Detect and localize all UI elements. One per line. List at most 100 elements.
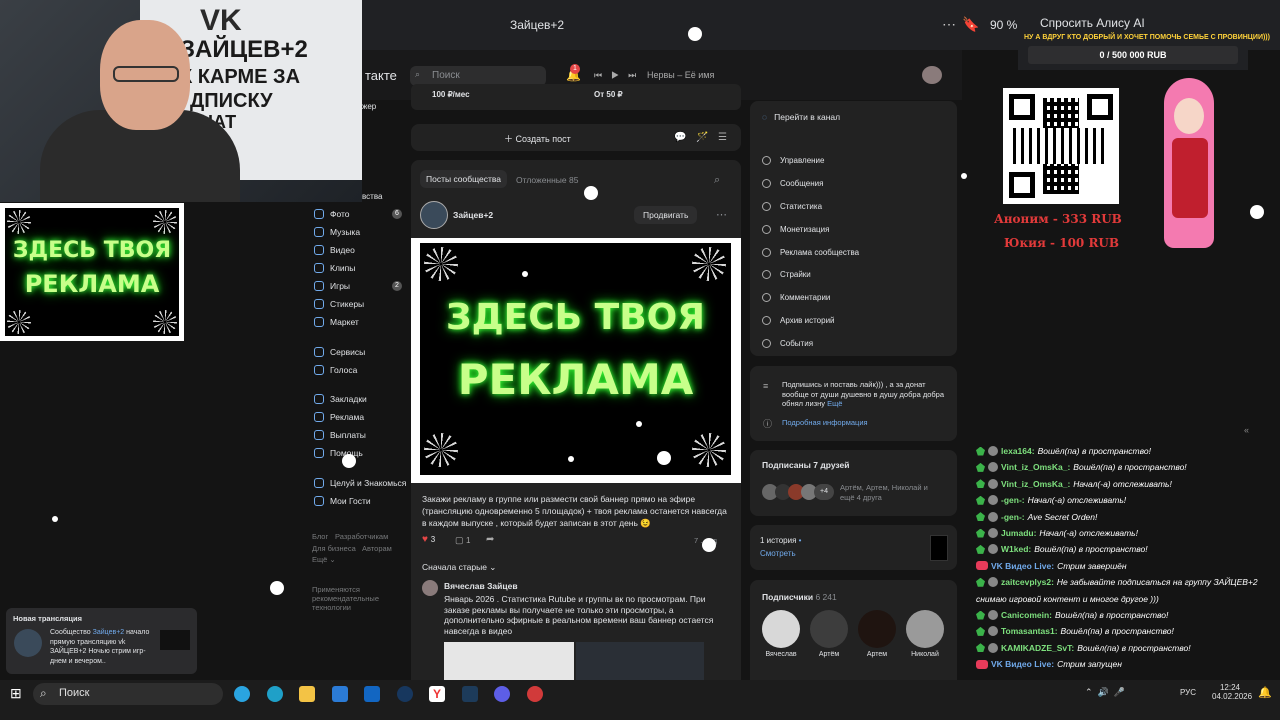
subscriber-name[interactable]: Вячеслав xyxy=(759,651,803,658)
author-avatar[interactable] xyxy=(420,201,448,229)
post-image[interactable]: ЗДЕСЬ ТВОЯ РЕКЛАМА xyxy=(420,243,731,475)
chat-user[interactable]: lexa164: xyxy=(1001,446,1035,456)
sort-dropdown[interactable]: Сначала старые ⌄ xyxy=(422,562,496,573)
tab-delayed[interactable]: Отложенные 85 xyxy=(516,175,579,185)
more-friends-badge[interactable]: +4 xyxy=(814,484,834,500)
subscriber-name[interactable]: Николай xyxy=(903,651,947,658)
share-icon[interactable]: ➦ xyxy=(486,534,494,545)
chat-app-icon[interactable] xyxy=(494,686,510,702)
subscribers-title[interactable]: Подписчики 6 241 xyxy=(762,592,837,602)
collapse-icon[interactable]: « xyxy=(1244,425,1249,435)
chat-user[interactable]: Tomasantas1: xyxy=(1001,626,1058,636)
alice-button[interactable]: Спросить Алису AI xyxy=(1040,16,1145,30)
avatar[interactable] xyxy=(858,610,896,648)
footer-dev[interactable]: Разработчикам xyxy=(335,532,388,541)
sidebar-item-help[interactable]: Помощь xyxy=(314,448,363,458)
comment-button[interactable]: ▢ 1 xyxy=(455,535,470,546)
chat-user[interactable]: Canicomein: xyxy=(1001,610,1052,620)
sidebar-item-services[interactable]: Сервисы xyxy=(314,347,365,357)
player-controls-icon[interactable]: ⏮▶⏭ xyxy=(594,70,645,81)
telegram-icon[interactable] xyxy=(234,686,250,702)
like-button[interactable]: ♥ 3 xyxy=(422,534,435,545)
tray-clock[interactable]: 12:24 04.02.2026 xyxy=(1212,683,1252,701)
search-icon[interactable]: ⌕ xyxy=(714,174,720,187)
record-app-icon[interactable] xyxy=(527,686,543,702)
sidebar-item-payouts[interactable]: Выплаты xyxy=(314,430,366,440)
manage-item-ads[interactable]: Реклама сообщества xyxy=(762,248,859,257)
avatar[interactable] xyxy=(422,580,438,596)
tray-icons[interactable]: ⌃🔊🎤 xyxy=(1085,687,1130,698)
subscriber-name[interactable]: Артем xyxy=(855,651,899,658)
chat-user[interactable]: Vint_iz_OmsKa_: xyxy=(1001,479,1070,489)
footer-blog[interactable]: Блог xyxy=(312,532,328,541)
menu-partial-2[interactable]: вства xyxy=(362,192,382,201)
chat-user[interactable]: zaitcevplys2: xyxy=(1001,577,1054,587)
chat-user[interactable]: VK Видео Live: xyxy=(991,659,1054,669)
sidebar-item-photo[interactable]: Фото xyxy=(314,209,350,219)
post-author[interactable]: Зайцев+2 xyxy=(453,210,493,220)
avatar[interactable] xyxy=(810,610,848,648)
manage-item-comments[interactable]: Комментарии xyxy=(762,293,830,302)
list-icon[interactable]: ☰ xyxy=(718,132,727,143)
sidebar-item-clips[interactable]: Клипы xyxy=(314,263,355,273)
tab-community-posts[interactable]: Посты сообщества xyxy=(420,170,508,188)
manage-item-events[interactable]: События xyxy=(762,339,813,348)
create-post-card[interactable] xyxy=(411,124,741,151)
sidebar-item-ads[interactable]: Реклама xyxy=(314,412,364,422)
sidebar-item-bookmarks[interactable]: Закладки xyxy=(314,394,367,404)
footer-business[interactable]: Для бизнеса xyxy=(312,544,356,553)
sidebar-item-market[interactable]: Маркет xyxy=(314,317,359,327)
chat-user[interactable]: W1ked: xyxy=(1001,544,1031,554)
history-thumb[interactable] xyxy=(930,535,948,561)
avatar[interactable] xyxy=(762,610,800,648)
obs-icon[interactable] xyxy=(462,686,478,702)
windows-start-icon[interactable]: ⊞ xyxy=(10,685,22,702)
store-icon[interactable] xyxy=(332,686,348,702)
chat-user[interactable]: KAMIKADZE_SvT: xyxy=(1001,643,1074,653)
steam-icon[interactable] xyxy=(397,686,413,702)
bookmark-icon[interactable]: 🔖 xyxy=(962,16,979,33)
more-icon[interactable]: ⋯ xyxy=(716,208,727,221)
chat-user[interactable]: -gen-: xyxy=(1001,495,1025,505)
footer-more[interactable]: Ещё ⌄ xyxy=(312,555,336,564)
chat-user[interactable]: VK Видео Live: xyxy=(991,561,1054,571)
more-link[interactable]: Ещё xyxy=(827,399,842,408)
menu-partial-1[interactable]: жер xyxy=(362,102,376,111)
avatar[interactable] xyxy=(906,610,944,648)
manage-item-strikes[interactable]: Страйки xyxy=(762,270,811,279)
sidebar-item-guests[interactable]: Мои Гости xyxy=(314,496,371,506)
tab-title[interactable]: Зайцев+2 xyxy=(510,18,564,32)
clip-icon[interactable]: 🪄 xyxy=(696,132,708,143)
sidebar-item-stickers[interactable]: Стикеры xyxy=(314,299,364,309)
more-icon[interactable]: ⋯ xyxy=(942,16,956,33)
chat-user[interactable]: Jumadu: xyxy=(1001,528,1036,538)
comment-author[interactable]: Вячеслав Зайцев xyxy=(444,581,518,591)
friends-title[interactable]: Подписаны 7 друзей xyxy=(762,460,850,470)
promote-button[interactable]: Продвигать xyxy=(634,206,698,224)
history-watch-link[interactable]: Смотреть xyxy=(760,549,796,558)
sidebar-item-video[interactable]: Видео xyxy=(314,245,355,255)
subscriber-name[interactable]: Артём xyxy=(807,651,851,658)
sidebar-item-games[interactable]: Игры xyxy=(314,281,350,291)
chat-user[interactable]: Vint_iz_OmsKa_: xyxy=(1001,462,1070,472)
manage-item-monetization[interactable]: Монетизация xyxy=(762,225,829,234)
taskbar-search[interactable]: Поиск xyxy=(33,683,223,705)
outlook-icon[interactable] xyxy=(364,686,380,702)
sidebar-item-dating[interactable]: Целуй и Знакомься xyxy=(314,478,406,488)
language-indicator[interactable]: РУС xyxy=(1180,688,1196,697)
yandex-browser-icon[interactable]: Y xyxy=(429,686,445,702)
footer-authors[interactable]: Авторам xyxy=(362,544,392,553)
info-link[interactable]: Подробная информация xyxy=(782,418,868,427)
vk-logo[interactable]: такте xyxy=(365,68,397,83)
folder-icon[interactable] xyxy=(299,686,315,702)
edge-icon[interactable] xyxy=(267,686,283,702)
notification-center-icon[interactable]: 🔔 xyxy=(1258,686,1272,699)
comment-image[interactable] xyxy=(576,642,704,680)
manage-item-stats[interactable]: Статистика xyxy=(762,202,822,211)
sidebar-item-music[interactable]: Музыка xyxy=(314,227,360,237)
comment-image[interactable] xyxy=(444,642,574,680)
avatar[interactable] xyxy=(922,66,942,84)
create-post-button[interactable]: ＋ Создать пост xyxy=(504,132,571,145)
chat-icon[interactable]: 💬 xyxy=(674,132,686,143)
manage-item-archive[interactable]: Архив историй xyxy=(762,316,835,325)
